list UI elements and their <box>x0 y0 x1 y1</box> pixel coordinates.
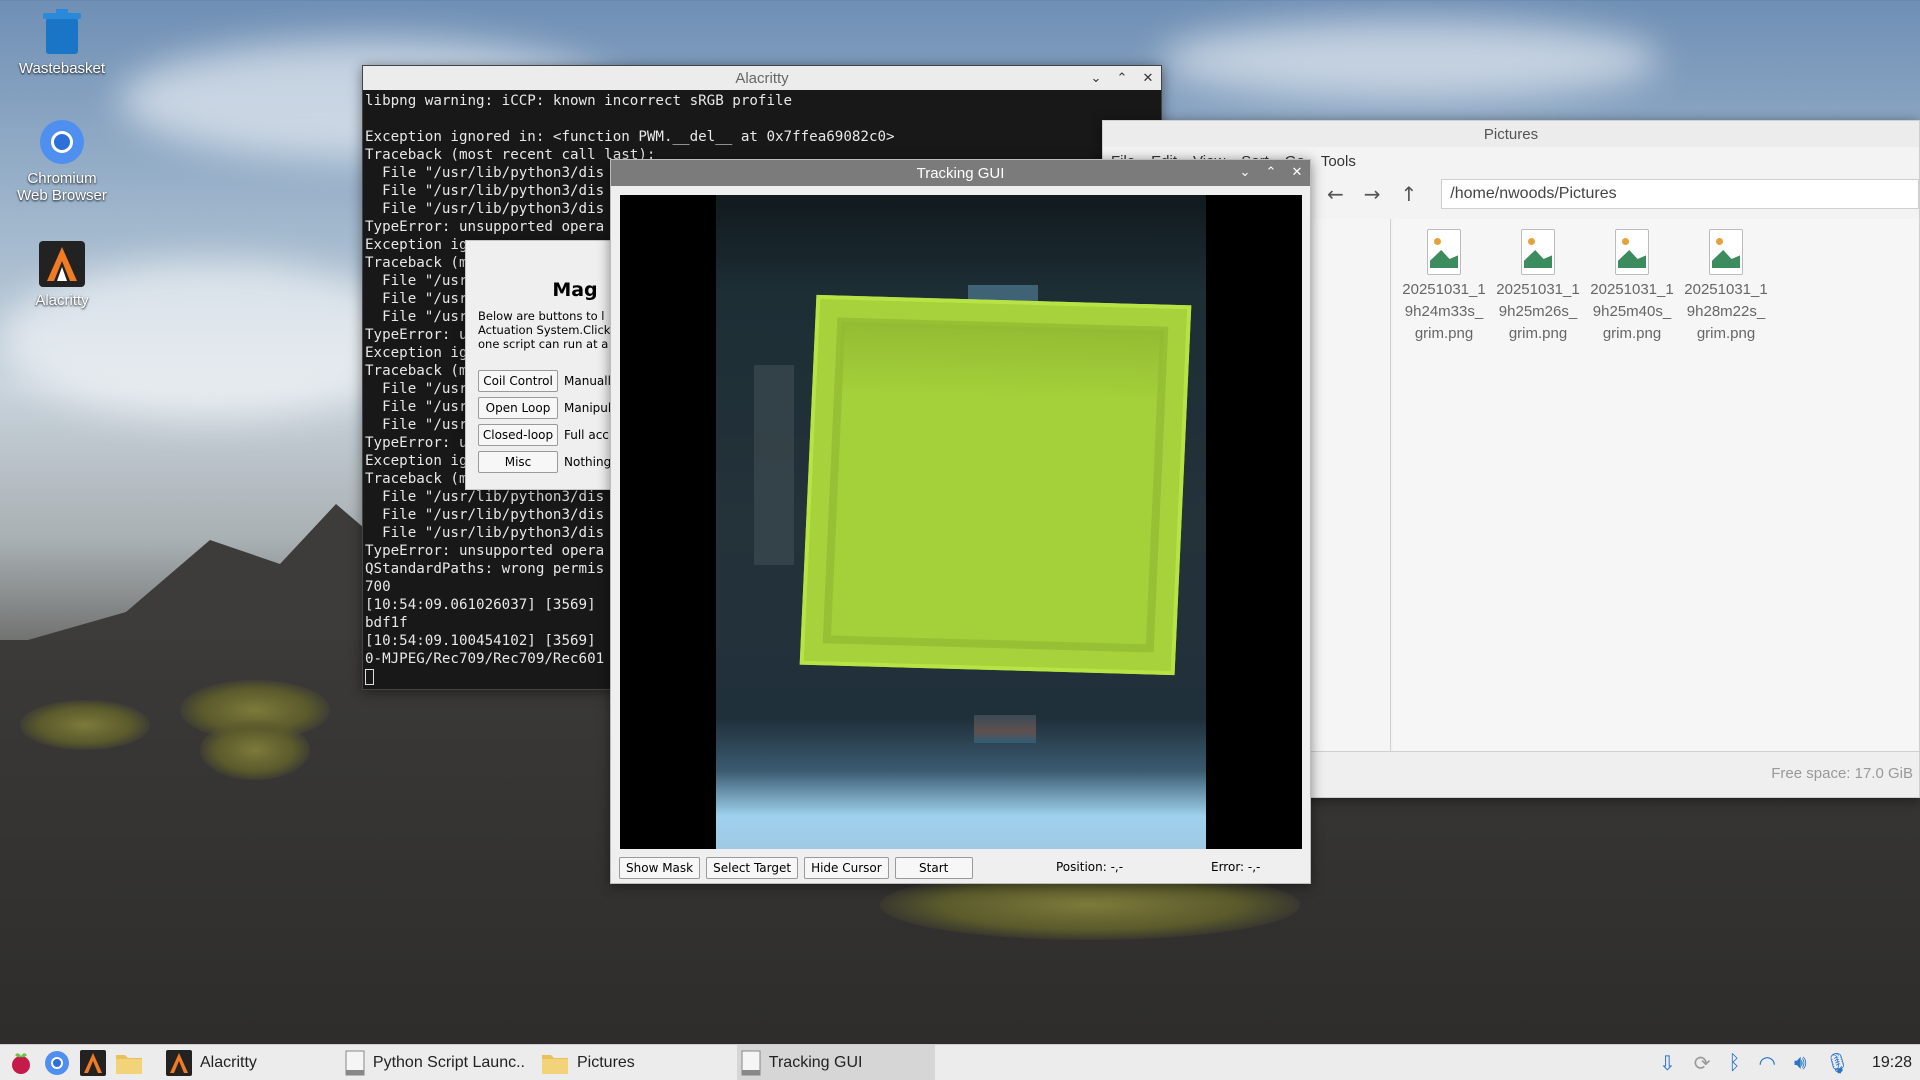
window-title: Alacritty <box>735 69 789 87</box>
tracked-green-square <box>799 294 1192 676</box>
forward-arrow-icon[interactable]: → <box>1364 182 1381 206</box>
launcher-row: Closed-loop Full acc <box>478 424 624 446</box>
task-pictures[interactable]: Pictures <box>537 1045 647 1080</box>
volume-icon[interactable]: 🔊︎ <box>1794 1052 1807 1075</box>
window-title: Pictures <box>1483 125 1539 143</box>
image-file-icon <box>1709 229 1743 275</box>
image-file-icon <box>1615 229 1649 275</box>
bluetooth-icon[interactable]: ᛒ <box>1729 1052 1741 1075</box>
task-label: Tracking GUI <box>768 1053 863 1071</box>
desktop-icon-label: Chromium Web Browser <box>17 170 107 204</box>
description-line: Below are buttons to l <box>478 309 605 323</box>
camera-feed[interactable] <box>620 195 1302 849</box>
task-tracking-gui[interactable]: Tracking GUI <box>736 1044 935 1080</box>
desktop-icon-label: Alacritty <box>35 292 89 309</box>
alacritty-icon <box>166 1049 192 1076</box>
tracking-titlebar[interactable]: Tracking GUI ⌄ ⌃ ✕ <box>611 160 1310 186</box>
file-item[interactable]: 20251031_1 9h28m22s_ grim.png <box>1681 229 1771 345</box>
image-file-icon <box>1427 229 1461 275</box>
terminal-line: Exception ignored in: <function PWM.__de… <box>365 129 895 145</box>
launcher-row: Open Loop Manipul <box>478 397 624 419</box>
file-item[interactable]: 20251031_1 9h25m40s_ grim.png <box>1587 229 1677 345</box>
image-file-icon <box>1521 229 1555 275</box>
up-arrow-icon[interactable]: ↑ <box>1401 182 1418 206</box>
file-item[interactable]: 20251031_1 9h25m26s_ grim.png <box>1493 229 1583 345</box>
desktop-icon-chromium[interactable]: Chromium Web Browser <box>12 118 112 204</box>
select-target-button[interactable]: Select Target <box>706 857 799 879</box>
task-label: Pictures <box>577 1053 635 1071</box>
show-mask-button[interactable]: Show Mask <box>619 857 701 879</box>
misc-button[interactable]: Misc <box>478 451 558 473</box>
window-icon <box>741 1050 761 1075</box>
launcher-description: Below are buttons to l Actuation System.… <box>466 301 624 351</box>
file-name: 20251031_1 9h25m26s_ grim.png <box>1496 281 1580 342</box>
coil-control-button[interactable]: Coil Control <box>478 370 558 392</box>
clock[interactable]: 19:28 <box>1872 1054 1912 1072</box>
menu-tools[interactable]: Tools <box>1321 153 1356 170</box>
wifi-icon[interactable]: ◠ <box>1759 1051 1776 1076</box>
sync-icon[interactable]: ⟳ <box>1694 1051 1711 1076</box>
start-button[interactable]: Start <box>894 857 973 879</box>
file-name: 20251031_1 9h25m40s_ grim.png <box>1590 281 1674 342</box>
back-arrow-icon[interactable]: ← <box>1327 182 1344 206</box>
trash-icon <box>38 8 86 56</box>
task-label: Alacritty <box>200 1053 257 1071</box>
python-script-launcher-window[interactable]: Mag Below are buttons to l Actuation Sys… <box>465 240 625 490</box>
launcher-row: Misc Nothing <box>478 451 624 473</box>
position-readout: Position: -,- <box>1056 860 1124 874</box>
description-line: one script can run at a <box>478 337 609 351</box>
error-readout: Error: -,- <box>1211 860 1261 874</box>
closed-loop-button[interactable]: Closed-loop <box>478 424 558 446</box>
desktop-icon-label: Wastebasket <box>18 60 106 77</box>
window-icon <box>345 1050 365 1075</box>
microphone-icon[interactable]: 🎙︎ <box>1825 1051 1850 1076</box>
close-icon[interactable]: ✕ <box>1141 70 1155 86</box>
terminal-line: libpng warning: iCCP: known incorrect sR… <box>365 93 793 109</box>
alacritty-titlebar[interactable]: Alacritty ⌄ ⌃ ✕ <box>363 66 1161 90</box>
maximize-icon[interactable]: ⌃ <box>1264 164 1278 180</box>
open-loop-button[interactable]: Open Loop <box>478 397 558 419</box>
chromium-icon <box>38 118 86 166</box>
launcher-row: Coil Control Manuall <box>478 370 624 392</box>
description-line: Actuation System.Click <box>478 323 611 337</box>
terminal-cursor <box>365 669 374 685</box>
task-python-script-launcher[interactable]: Python Script Launc.. <box>341 1045 537 1080</box>
file-item[interactable]: 20251031_1 9h24m33s_ grim.png <box>1399 229 1489 345</box>
file-manager-titlebar[interactable]: Pictures <box>1103 121 1919 147</box>
row-description: Full acc <box>564 428 609 442</box>
minimize-icon[interactable]: ⌄ <box>1238 164 1252 180</box>
file-manager-icon[interactable] <box>114 1048 144 1078</box>
hide-cursor-button[interactable]: Hide Cursor <box>804 857 889 879</box>
maximize-icon[interactable]: ⌃ <box>1115 70 1129 86</box>
taskbar: Alacritty Python Script Launc.. Pictures… <box>0 1044 1920 1080</box>
updates-icon[interactable]: ⇩ <box>1659 1051 1676 1076</box>
system-tray: ⇩ ⟳ ᛒ ◠ 🔊︎ 🎙︎ 19:28 <box>1659 1045 1912 1080</box>
minimize-icon[interactable]: ⌄ <box>1089 70 1103 86</box>
row-description: Manuall <box>564 374 611 388</box>
file-view[interactable]: 20251031_1 9h24m33s_ grim.png 20251031_1… <box>1393 219 1919 753</box>
camera-frame <box>716 195 1206 849</box>
desktop-icon-wastebasket[interactable]: Wastebasket <box>12 8 112 77</box>
window-title: Tracking GUI <box>916 164 1005 182</box>
folder-icon <box>542 1054 568 1074</box>
row-description: Nothing <box>564 455 612 469</box>
close-icon[interactable]: ✕ <box>1290 164 1304 180</box>
tracking-gui-window[interactable]: Tracking GUI ⌄ ⌃ ✕ Show Mask Select Targ… <box>610 159 1311 884</box>
path-input[interactable]: /home/nwoods/Pictures <box>1441 179 1919 209</box>
file-name: 20251031_1 9h24m33s_ grim.png <box>1402 281 1486 342</box>
tracking-toolbar: Show Mask Select Target Hide Cursor Star… <box>619 856 1302 880</box>
alacritty-launcher-icon[interactable] <box>78 1048 108 1078</box>
chromium-icon[interactable] <box>42 1048 72 1078</box>
task-alacritty[interactable]: Alacritty <box>162 1045 269 1080</box>
desktop-icon-alacritty[interactable]: Alacritty <box>12 240 112 309</box>
task-label: Python Script Launc.. <box>372 1053 525 1071</box>
alacritty-icon <box>38 240 86 288</box>
file-name: 20251031_1 9h28m22s_ grim.png <box>1684 281 1768 342</box>
raspberry-menu-icon[interactable] <box>6 1048 36 1078</box>
row-description: Manipul <box>564 401 612 415</box>
